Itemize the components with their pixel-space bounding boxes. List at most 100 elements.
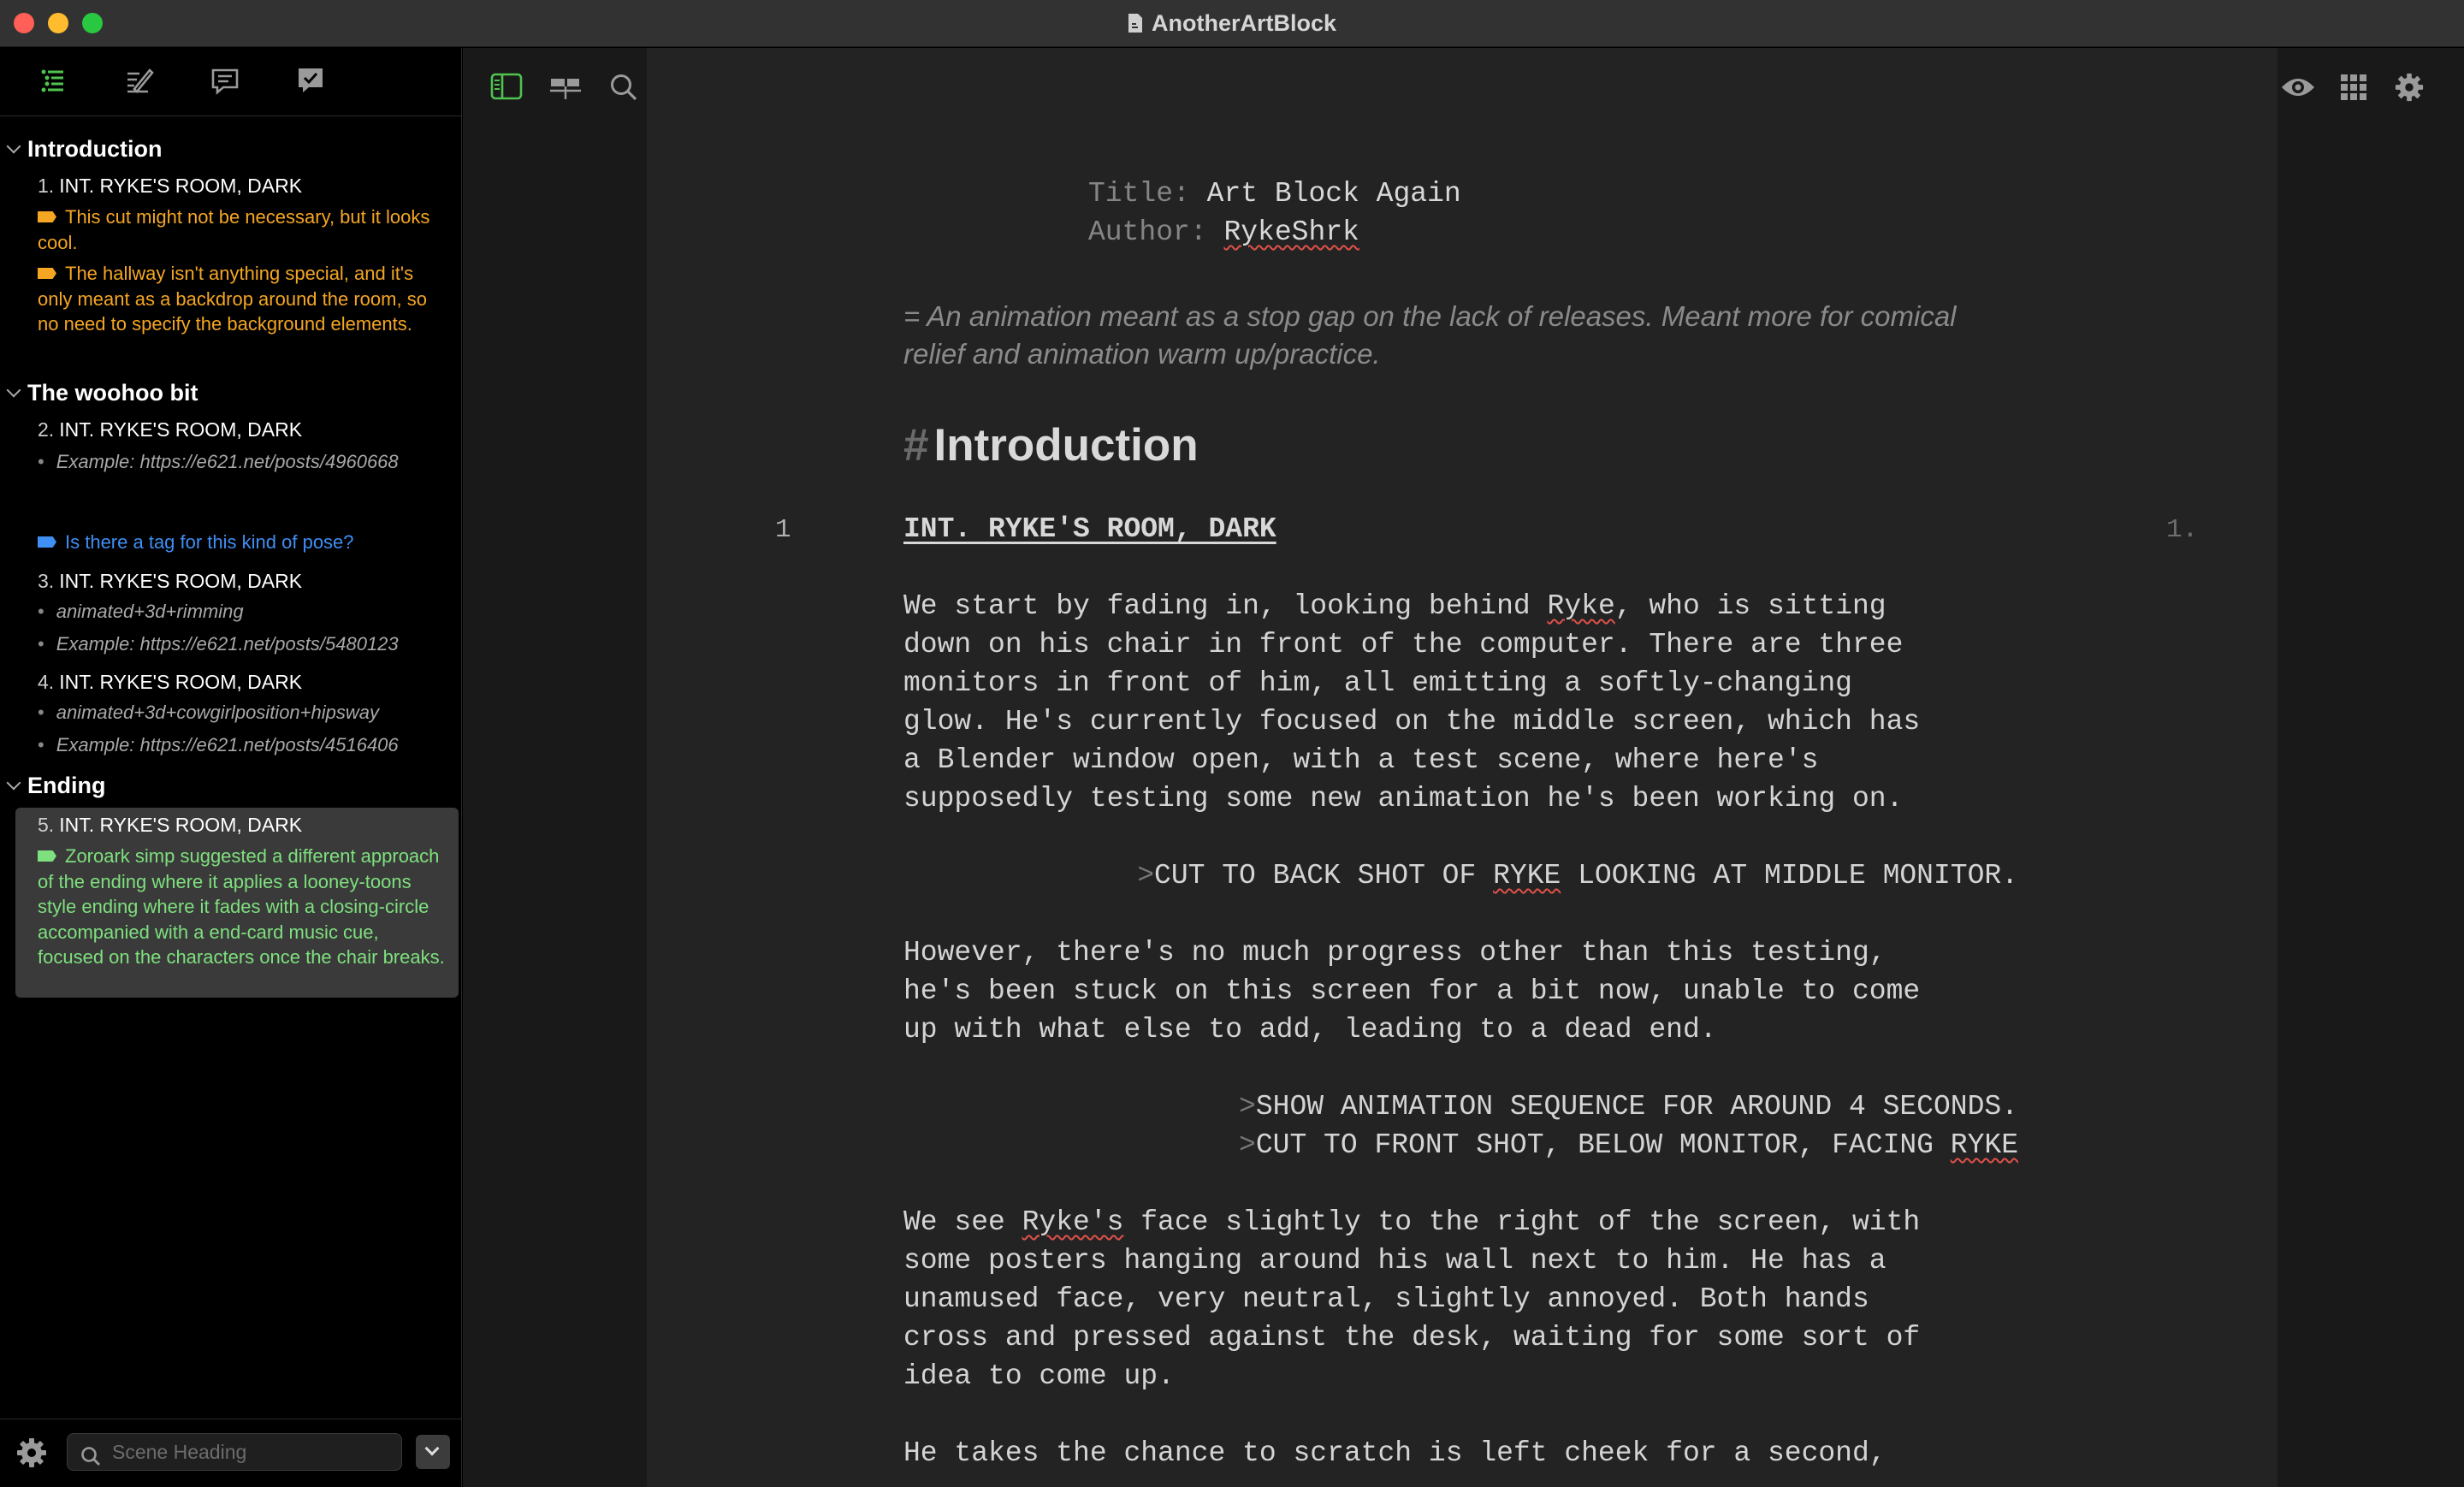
- outline-synopsis[interactable]: • Example: https://e621.net/posts/5480123: [38, 633, 399, 655]
- scene-title: INT. RYKE'S ROOM, DARK: [59, 418, 303, 441]
- outline-synopsis[interactable]: • Example: https://e621.net/posts/4516406: [38, 734, 399, 756]
- search-icon[interactable]: [608, 72, 639, 107]
- note-text: Is there a tag for this kind of pose?: [65, 531, 354, 553]
- action-text: unamused face, very neutral, slightly an…: [903, 1283, 1869, 1315]
- scene-number: 5.: [38, 814, 55, 836]
- outline-section-woohoo[interactable]: The woohoo bit: [6, 380, 198, 406]
- author-value: RykeShrk: [1223, 216, 1359, 248]
- outline-tab-icon[interactable]: [36, 63, 70, 98]
- note-text: This cut might not be necessary, but it …: [38, 206, 430, 253]
- outline-note[interactable]: Zoroark simp suggested a different appro…: [38, 844, 448, 970]
- scene-number: 3.: [38, 570, 55, 592]
- note-text: Zoroark simp suggested a different appro…: [38, 845, 445, 968]
- transition-name: RYKE: [1950, 1129, 2018, 1161]
- outline-scene-2[interactable]: 2. INT. RYKE'S ROOM, DARK: [38, 418, 302, 441]
- title-page-author-line[interactable]: Author: RykeShrk: [1088, 216, 1359, 248]
- outline-scene-1[interactable]: 1. INT. RYKE'S ROOM, DARK: [38, 175, 302, 198]
- section-title: Ending: [27, 773, 106, 798]
- chevron-down-icon: [424, 1441, 440, 1456]
- section-title: Introduction: [27, 136, 163, 162]
- action-name: Ryke's: [1022, 1206, 1124, 1238]
- synopsis-text: animated+3d+rimming: [56, 601, 244, 622]
- synopsis-text: Example: https://e621.net/posts/4516406: [56, 734, 399, 755]
- action-text: face slightly to the right of the screen…: [1123, 1206, 1921, 1238]
- tag-icon: [38, 211, 56, 222]
- scene-title: INT. RYKE'S ROOM, DARK: [59, 814, 303, 836]
- search-icon: [80, 1443, 102, 1478]
- action-block[interactable]: We see Ryke's face slightly to the right…: [903, 1203, 2033, 1395]
- note-text: The hallway isn't anything special, and …: [38, 263, 427, 335]
- transition-line[interactable]: >CUT TO BACK SHOT OF RYKE LOOKING AT MID…: [1137, 856, 2018, 895]
- outline-scene-5[interactable]: 5. INT. RYKE'S ROOM, DARK: [38, 814, 302, 837]
- scene-title: INT. RYKE'S ROOM, DARK: [59, 175, 303, 197]
- gear-icon[interactable]: [2394, 72, 2425, 107]
- transition-text: LOOKING AT MIDDLE MONITOR.: [1561, 860, 2018, 892]
- scene-heading[interactable]: INT. RYKE'S ROOM, DARK: [903, 513, 1276, 545]
- chevron-down-icon[interactable]: [6, 382, 21, 398]
- action-text: monitors in front of him, all emitting a…: [903, 667, 1852, 699]
- outline-note[interactable]: Is there a tag for this kind of pose?: [38, 530, 448, 555]
- synopsis-text: Example: https://e621.net/posts/4960668: [56, 451, 399, 472]
- action-text: glow. He's currently focused on the midd…: [903, 706, 1921, 738]
- action-text: cross and pressed against the desk, wait…: [903, 1322, 1921, 1354]
- transition-name: RYKE: [1493, 860, 1561, 892]
- action-text: he's been stuck on this screen for a bit…: [903, 975, 1921, 1007]
- preview-eye-icon[interactable]: [2280, 74, 2316, 105]
- outline-note[interactable]: This cut might not be necessary, but it …: [38, 204, 448, 255]
- outline-note[interactable]: The hallway isn't anything special, and …: [38, 261, 448, 337]
- action-text: We start by fading in, looking behind: [903, 590, 1548, 622]
- action-text: We see: [903, 1206, 1022, 1238]
- action-text: some posters hanging around his wall nex…: [903, 1245, 1886, 1277]
- synopsis-text: animated+3d+cowgirlposition+hipsway: [56, 702, 379, 723]
- action-block[interactable]: He takes the chance to scratch is left c…: [903, 1434, 2033, 1472]
- sidebar-tabs: [0, 48, 461, 116]
- outline-scene-3[interactable]: 3. INT. RYKE'S ROOM, DARK: [38, 570, 302, 593]
- comments-tab-icon[interactable]: [208, 63, 242, 98]
- tag-icon: [38, 268, 56, 279]
- section-title: The woohoo bit: [27, 380, 198, 406]
- outline-scene-4[interactable]: 4. INT. RYKE'S ROOM, DARK: [38, 671, 302, 694]
- sidebar: Introduction 1. INT. RYKE'S ROOM, DARK Th…: [0, 48, 462, 1487]
- transition-line[interactable]: >CUT TO FRONT SHOT, BELOW MONITOR, FACIN…: [1239, 1126, 2018, 1164]
- editor-right-margin: [2277, 48, 2464, 1487]
- action-text: a Blender window open, with a test scene…: [903, 744, 1819, 776]
- title-value: Art Block Again: [1206, 178, 1461, 210]
- grid-view-icon[interactable]: [2339, 73, 2368, 106]
- editor-left-margin: [463, 48, 647, 1487]
- scene-number: 2.: [38, 418, 55, 441]
- action-block[interactable]: However, there's no much progress other …: [903, 933, 2033, 1049]
- transition-text: SHOW ANIMATION SEQUENCE FOR AROUND 4 SEC…: [1255, 1091, 2018, 1123]
- section-hash: #: [903, 420, 929, 471]
- outline-section-introduction[interactable]: Introduction: [6, 136, 163, 163]
- review-tab-icon[interactable]: [293, 63, 328, 98]
- author-key: Author:: [1088, 216, 1207, 248]
- action-text: idea to come up.: [903, 1360, 1175, 1392]
- notepad-tab-icon[interactable]: [122, 63, 157, 98]
- title-page-title-line[interactable]: Title: Art Block Again: [1088, 178, 1461, 210]
- outline-synopsis[interactable]: • animated+3d+cowgirlposition+hipsway: [38, 702, 379, 724]
- outline-synopsis[interactable]: • Example: https://e621.net/posts/4960668: [38, 451, 399, 473]
- chevron-down-icon[interactable]: [6, 775, 21, 791]
- bullet-icon: •: [38, 633, 44, 655]
- gear-icon[interactable]: [15, 1437, 48, 1473]
- action-text: , who is sitting: [1614, 590, 1886, 622]
- scene-number: 1.: [38, 175, 55, 197]
- action-block[interactable]: We start by fading in, looking behind Ry…: [903, 587, 2033, 818]
- outline-synopsis[interactable]: • animated+3d+rimming: [38, 601, 244, 623]
- timeline-icon[interactable]: [548, 75, 583, 105]
- transition-marker: >: [1239, 1091, 1256, 1123]
- section-heading[interactable]: # Introduction: [903, 419, 1199, 471]
- chevron-down-icon[interactable]: [6, 139, 21, 154]
- tag-icon: [38, 536, 56, 548]
- toggle-sidebar-icon[interactable]: [490, 72, 523, 105]
- scene-title: INT. RYKE'S ROOM, DARK: [59, 671, 303, 693]
- scene-number-right: 1.: [2166, 515, 2199, 545]
- scene-search-field[interactable]: [67, 1433, 402, 1471]
- outline-section-ending[interactable]: Ending: [6, 773, 106, 799]
- document-icon: [1128, 13, 1143, 33]
- transition-line[interactable]: >SHOW ANIMATION SEQUENCE FOR AROUND 4 SE…: [1239, 1087, 2018, 1126]
- scene-search-input[interactable]: [112, 1441, 394, 1464]
- window-title-text: AnotherArtBlock: [1151, 10, 1336, 36]
- search-filter-dropdown-button[interactable]: [416, 1435, 450, 1469]
- synopsis-line[interactable]: = An animation meant as a stop gap on th…: [903, 298, 1981, 373]
